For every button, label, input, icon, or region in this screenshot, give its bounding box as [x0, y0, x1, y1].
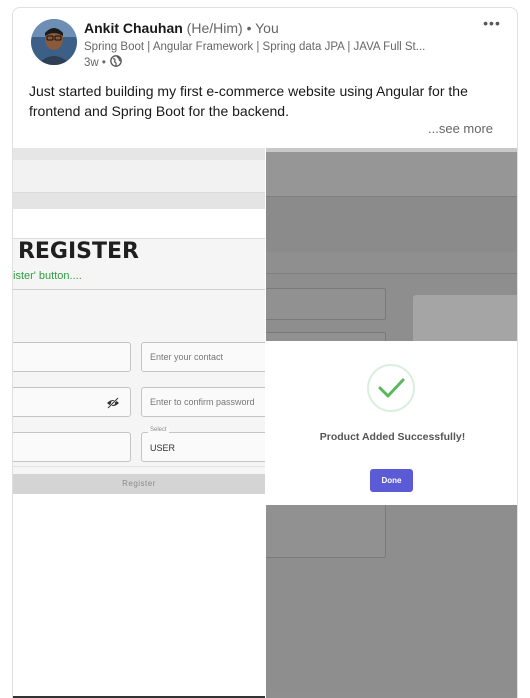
post-time: 3w •: [84, 56, 106, 69]
author-name[interactable]: Ankit Chauhan: [84, 20, 183, 36]
password-field: [13, 387, 131, 417]
check-circle-icon: [367, 364, 415, 412]
form-field: [266, 288, 386, 320]
app-subheader: [13, 193, 265, 209]
confirm-password-placeholder: Enter to confirm password: [150, 397, 255, 407]
globe-icon: [110, 55, 122, 70]
post-media[interactable]: REGISTER ister' button.... Enter your co…: [13, 148, 517, 698]
role-label: Select: [148, 427, 169, 433]
author-line: Ankit Chauhan (He/Him) • You: [84, 20, 279, 36]
done-button: Done: [370, 469, 413, 492]
see-more-link[interactable]: ...see more: [428, 121, 493, 136]
divider: [13, 289, 265, 290]
post-card: Ankit Chauhan (He/Him) • You Spring Boot…: [12, 7, 518, 698]
email-field: [13, 432, 131, 462]
app-header: [266, 152, 517, 197]
success-message: Product Added Successfully!: [319, 431, 466, 443]
confirm-password-field: Enter to confirm password: [141, 387, 265, 417]
post-text: Just started building my first e-commerc…: [29, 83, 468, 119]
role-select: Select USER: [141, 427, 265, 462]
register-button: Register: [13, 474, 265, 494]
success-modal: Product Added Successfully! Done: [266, 341, 517, 505]
post-meta: 3w •: [84, 55, 122, 70]
contact-field: Enter your contact: [141, 342, 265, 372]
product-added-screenshot[interactable]: Product Added Successfully! Done: [266, 148, 517, 698]
app-subheader: [266, 197, 517, 252]
name-field: [13, 342, 131, 372]
divider: [13, 466, 265, 467]
eye-off-icon: [106, 396, 120, 409]
contact-placeholder: Enter your contact: [150, 352, 224, 362]
browser-bar: [13, 148, 265, 160]
author-pronouns: (He/Him): [186, 20, 243, 36]
register-hint: ister' button....: [13, 270, 82, 282]
author-headline: Spring Boot | Angular Framework | Spring…: [84, 41, 426, 53]
connection-degree: • You: [246, 20, 279, 36]
register-screenshot[interactable]: REGISTER ister' button.... Enter your co…: [13, 148, 265, 698]
avatar[interactable]: [31, 19, 77, 65]
register-title: REGISTER: [17, 239, 139, 264]
app-header: [13, 160, 265, 193]
role-value: USER: [150, 443, 176, 453]
more-options-icon[interactable]: •••: [482, 16, 502, 34]
